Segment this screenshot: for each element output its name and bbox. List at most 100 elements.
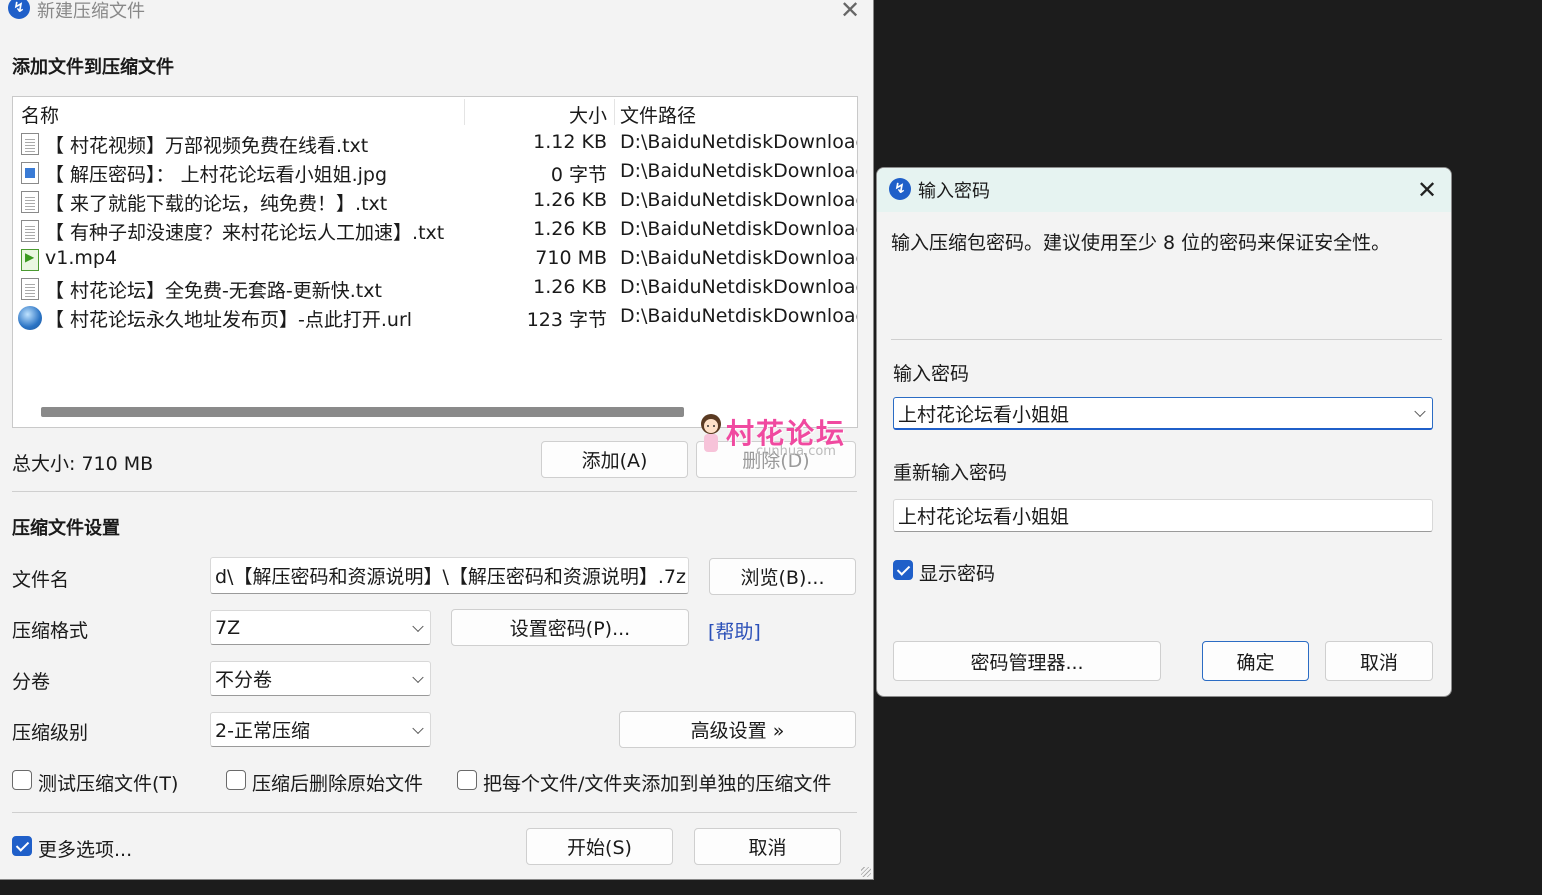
- show-password-checkbox[interactable]: [893, 560, 913, 580]
- test-archive-checkbox[interactable]: [12, 770, 32, 790]
- file-size: 123 字节: [526, 309, 607, 331]
- chevron-down-icon: [412, 671, 424, 683]
- password-cancel-button[interactable]: 取消: [1325, 641, 1433, 681]
- format-value: 7Z: [215, 616, 241, 639]
- filename-input[interactable]: d\【解压密码和资源说明】\【解压密码和资源说明】.7z: [210, 557, 689, 594]
- watermark-girl-icon: [701, 414, 721, 452]
- file-size: 1.12 KB: [533, 131, 607, 153]
- resize-grip[interactable]: [861, 867, 871, 877]
- level-label: 压缩级别: [12, 722, 89, 744]
- text-file-icon: [21, 278, 39, 300]
- password-dialog-title: 输入密码: [918, 181, 990, 202]
- delete-original-checkbox[interactable]: [226, 770, 246, 790]
- app-logo-icon: ↯: [889, 178, 911, 200]
- column-header-size[interactable]: 大小: [569, 101, 607, 128]
- separate-archives-checkbox[interactable]: [457, 770, 477, 790]
- format-label: 压缩格式: [12, 620, 89, 642]
- chevron-down-icon[interactable]: [1414, 405, 1426, 418]
- password-label: 输入密码: [893, 363, 970, 385]
- file-name: 【 来了就能下载的论坛，纯免费！】.txt: [45, 193, 388, 215]
- watermark: 村花论坛 cunhua.com: [696, 412, 856, 468]
- more-options-label[interactable]: 更多选项...: [38, 835, 132, 862]
- password-dialog-titlebar: ↯ 输入密码 ✕: [877, 168, 1451, 212]
- horizontal-scrollbar[interactable]: [41, 407, 684, 417]
- test-archive-label[interactable]: 测试压缩文件(T): [38, 769, 178, 796]
- file-path: D:\BaiduNetdiskDownload: [620, 247, 858, 269]
- file-path: D:\BaiduNetdiskDownload: [620, 160, 858, 182]
- video-file-icon: [21, 249, 39, 271]
- app-logo-icon: ↯: [8, 0, 30, 19]
- chevron-down-icon: [412, 620, 424, 632]
- file-row[interactable]: v1.mp4 710 MB D:\BaiduNetdiskDownload: [13, 245, 857, 274]
- reenter-password-value: 上村花论坛看小姐姐: [898, 506, 1070, 528]
- file-size: 1.26 KB: [533, 276, 607, 298]
- divider: [891, 339, 1442, 340]
- file-size: 1.26 KB: [533, 189, 607, 211]
- file-path: D:\BaiduNetdiskDownload: [620, 189, 858, 211]
- file-name: 【 解压密码】： 上村花论坛看小姐姐.jpg: [45, 164, 388, 186]
- password-dialog: ↯ 输入密码 ✕ 输入压缩包密码。建议使用至少 8 位的密码来保证安全性。 输入…: [876, 167, 1452, 697]
- section-settings-title: 压缩文件设置: [12, 518, 120, 539]
- show-password-label[interactable]: 显示密码: [919, 559, 995, 586]
- advanced-settings-button[interactable]: 高级设置 »: [619, 711, 856, 748]
- text-file-icon: [21, 191, 39, 213]
- divider: [12, 812, 857, 813]
- ok-button[interactable]: 确定: [1202, 641, 1309, 681]
- file-name: v1.mp4: [45, 247, 118, 269]
- password-dialog-close-icon[interactable]: ✕: [1417, 178, 1437, 202]
- file-list-header: 名称 大小 文件路径: [13, 97, 857, 127]
- chevron-down-icon: [412, 722, 424, 734]
- file-row[interactable]: 【 有种子却没速度？来村花论坛人工加速】.txt 1.26 KB D:\Baid…: [13, 216, 857, 245]
- file-size: 1.26 KB: [533, 218, 607, 240]
- filename-label: 文件名: [12, 569, 70, 591]
- split-select[interactable]: 不分卷: [210, 661, 431, 696]
- split-label: 分卷: [12, 671, 51, 693]
- delete-original-label[interactable]: 压缩后删除原始文件: [252, 769, 423, 796]
- file-row[interactable]: 【 来了就能下载的论坛，纯免费！】.txt 1.26 KB D:\BaiduNe…: [13, 187, 857, 216]
- file-size: 0 字节: [550, 164, 607, 186]
- level-select[interactable]: 2-正常压缩: [210, 712, 431, 747]
- more-options-checkbox[interactable]: [12, 836, 32, 856]
- file-row[interactable]: 【 村花论坛永久地址发布页】-点此打开.url 123 字节 D:\BaiduN…: [13, 303, 857, 332]
- format-select[interactable]: 7Z: [210, 610, 431, 645]
- set-password-button[interactable]: 设置密码(P)...: [451, 609, 689, 646]
- file-name: 【 村花论坛】全免费-无套路-更新快.txt: [45, 280, 382, 302]
- image-file-icon: [21, 162, 39, 184]
- file-path: D:\BaiduNetdiskDownload: [620, 276, 858, 298]
- file-name: 【 村花视频】万部视频免费在线看.txt: [45, 135, 369, 157]
- file-row[interactable]: 【 解压密码】： 上村花论坛看小姐姐.jpg 0 字节 D:\BaiduNetd…: [13, 158, 857, 187]
- help-link[interactable]: [帮助]: [708, 617, 761, 644]
- file-path: D:\BaiduNetdiskDownload: [620, 131, 858, 153]
- watermark-subtext: cunhua.com: [756, 444, 836, 459]
- main-window-title: 新建压缩文件: [37, 1, 145, 22]
- divider: [12, 491, 857, 492]
- add-button[interactable]: 添加(A): [541, 441, 688, 478]
- file-size: 710 MB: [535, 247, 607, 269]
- file-row[interactable]: 【 村花论坛】全免费-无套路-更新快.txt 1.26 KB D:\BaiduN…: [13, 274, 857, 303]
- file-name: 【 有种子却没速度？来村花论坛人工加速】.txt: [45, 222, 445, 244]
- start-button[interactable]: 开始(S): [526, 828, 673, 865]
- column-header-path[interactable]: 文件路径: [620, 101, 696, 128]
- password-input[interactable]: 上村花论坛看小姐姐: [893, 397, 1433, 430]
- reenter-password-input[interactable]: 上村花论坛看小姐姐: [893, 499, 1433, 532]
- browse-button[interactable]: 浏览(B)...: [709, 558, 856, 595]
- main-titlebar: ↯ 新建压缩文件 ✕: [0, 0, 873, 28]
- level-value: 2-正常压缩: [215, 720, 310, 742]
- cancel-button[interactable]: 取消: [694, 828, 841, 865]
- file-path: D:\BaiduNetdiskDownload: [620, 218, 858, 240]
- file-list[interactable]: 名称 大小 文件路径 【 村花视频】万部视频免费在线看.txt 1.12 KB …: [12, 96, 858, 428]
- file-row[interactable]: 【 村花视频】万部视频免费在线看.txt 1.12 KB D:\BaiduNet…: [13, 129, 857, 158]
- globe-icon: [18, 306, 42, 330]
- text-file-icon: [21, 133, 39, 155]
- split-value: 不分卷: [215, 669, 273, 691]
- file-path: D:\BaiduNetdiskDownload: [620, 305, 858, 327]
- password-manager-button[interactable]: 密码管理器...: [893, 641, 1161, 681]
- reenter-password-label: 重新输入密码: [893, 462, 1008, 484]
- new-archive-window: ↯ 新建压缩文件 ✕ 添加文件到压缩文件 名称 大小 文件路径 【 村花视频】万…: [0, 0, 874, 880]
- main-close-icon[interactable]: ✕: [840, 0, 860, 22]
- separate-archives-label[interactable]: 把每个文件/文件夹添加到单独的压缩文件: [483, 769, 831, 796]
- total-size-label: 总大小: 710 MB: [12, 453, 154, 475]
- column-header-name[interactable]: 名称: [21, 101, 59, 128]
- text-file-icon: [21, 220, 39, 242]
- password-value: 上村花论坛看小姐姐: [898, 403, 1070, 426]
